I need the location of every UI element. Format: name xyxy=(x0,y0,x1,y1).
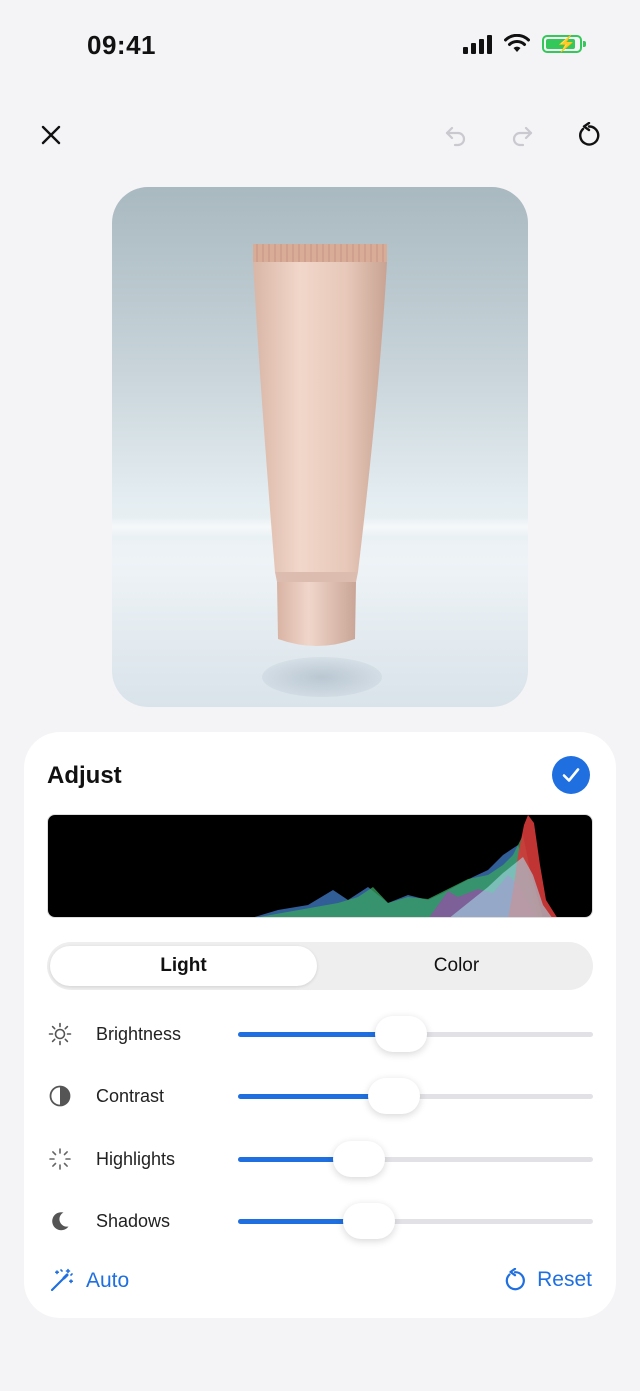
auto-label: Auto xyxy=(86,1269,130,1292)
contrast-icon xyxy=(49,1085,71,1107)
reset-label: Reset xyxy=(537,1268,592,1291)
wifi-icon xyxy=(504,34,530,52)
moon-icon xyxy=(52,1212,69,1231)
highlights-row: Highlights xyxy=(24,1139,616,1179)
reset-button[interactable]: Reset xyxy=(503,1268,592,1292)
cellular-signal-icon xyxy=(463,34,492,54)
revert-button[interactable] xyxy=(564,110,614,160)
photo-preview[interactable] xyxy=(112,187,528,707)
shadows-slider[interactable] xyxy=(238,1203,593,1239)
histogram xyxy=(47,814,593,918)
shadows-slider-thumb[interactable] xyxy=(343,1203,396,1239)
brightness-slider[interactable] xyxy=(238,1016,593,1052)
highlights-slider-thumb[interactable] xyxy=(332,1141,385,1177)
status-time: 09:41 xyxy=(87,30,156,60)
contrast-slider[interactable] xyxy=(238,1078,593,1114)
auto-button[interactable]: Auto xyxy=(48,1268,129,1294)
undo-icon xyxy=(445,126,466,147)
contrast-slider-thumb[interactable] xyxy=(368,1078,421,1114)
brightness-label: Brightness xyxy=(96,1024,182,1044)
checkmark-icon xyxy=(562,768,580,782)
revert-icon xyxy=(579,122,600,146)
magic-wand-icon xyxy=(50,1268,74,1292)
shadows-label: Shadows xyxy=(96,1211,171,1231)
tab-light[interactable]: Light xyxy=(50,946,317,986)
histogram-graph xyxy=(254,815,557,917)
redo-button[interactable] xyxy=(497,110,547,160)
battery-icon: ⚡ xyxy=(542,35,586,53)
tab-color[interactable]: Color xyxy=(323,946,590,986)
status-icons: ⚡ xyxy=(463,34,586,54)
panel-title: Adjust xyxy=(47,762,122,789)
highlights-slider[interactable] xyxy=(238,1141,593,1177)
brightness-slider-thumb[interactable] xyxy=(375,1016,428,1052)
sun-icon xyxy=(48,1022,72,1046)
shadows-row: Shadows xyxy=(24,1201,616,1241)
highlights-label: Highlights xyxy=(96,1149,176,1169)
highlights-icon xyxy=(49,1148,71,1170)
contrast-row: Contrast xyxy=(24,1076,616,1116)
contrast-label: Contrast xyxy=(96,1086,165,1106)
status-bar: 09:41 ⚡ xyxy=(0,0,640,90)
undo-button[interactable] xyxy=(431,110,481,160)
editor-toolbar xyxy=(0,110,640,160)
reset-icon xyxy=(505,1268,526,1291)
brightness-row: Brightness xyxy=(24,1014,616,1054)
close-button[interactable] xyxy=(26,110,76,160)
light-color-segmented-control: Light Color xyxy=(47,942,593,990)
adjust-panel: Adjust Light Color Brightness Contrast H… xyxy=(24,732,616,1318)
redo-icon xyxy=(512,126,533,147)
product-tube-image xyxy=(253,244,387,646)
close-icon xyxy=(41,125,61,145)
done-button[interactable] xyxy=(552,756,590,794)
